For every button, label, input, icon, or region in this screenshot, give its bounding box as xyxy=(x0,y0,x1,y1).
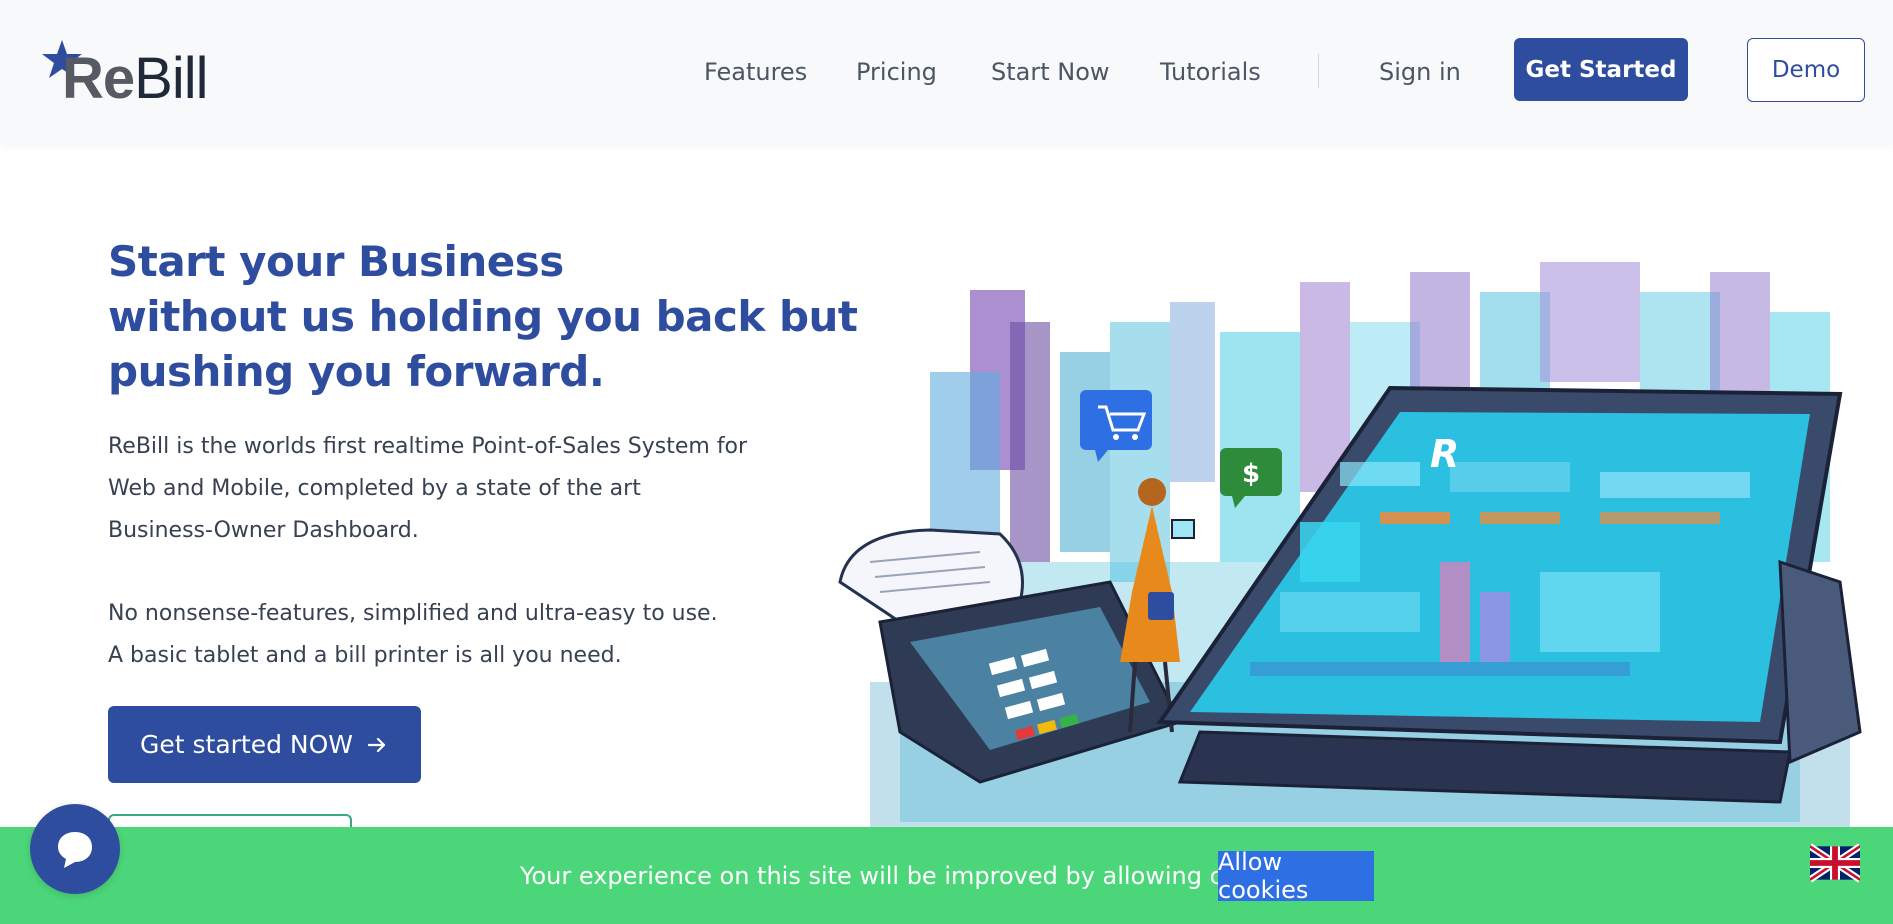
hero-title-line-3: pushing you forward. xyxy=(108,347,605,396)
get-started-button[interactable]: Get Started xyxy=(1514,38,1688,101)
arrow-right-icon xyxy=(367,737,386,752)
rebill-logo[interactable]: ReBill xyxy=(40,38,230,111)
hero-illustration: $ R xyxy=(838,262,1862,832)
nav-tutorials[interactable]: Tutorials xyxy=(1160,52,1261,92)
logo-bill: Bill xyxy=(134,46,208,111)
cta-label: Get started NOW xyxy=(139,730,354,759)
hero-title-line-1: Start your Business xyxy=(108,237,564,286)
sign-in-link[interactable]: Sign in xyxy=(1379,52,1461,92)
nav-start-now[interactable]: Start Now xyxy=(991,52,1110,92)
screen-logo: R xyxy=(1430,432,1459,476)
chat-widget-button[interactable] xyxy=(30,804,120,894)
uk-flag-icon[interactable] xyxy=(1810,843,1860,883)
chat-icon xyxy=(58,832,92,868)
dollar-icon: $ xyxy=(1242,459,1260,489)
logo-wordmark: ReBill xyxy=(62,46,209,111)
cookie-bar: Your experience on this site will be imp… xyxy=(0,827,1893,924)
hero-description-secondary: No nonsense-features, simplified and ult… xyxy=(108,593,748,677)
nav-divider xyxy=(1318,54,1319,88)
hero-title: Start your Business without us holding y… xyxy=(108,234,858,399)
get-started-now-button[interactable]: Get started NOW xyxy=(108,706,421,783)
hero-title-line-2: without us holding you back but xyxy=(108,292,858,341)
logo-re: Re xyxy=(62,46,135,111)
nav-pricing[interactable]: Pricing xyxy=(856,52,937,92)
demo-button[interactable]: Demo xyxy=(1747,38,1865,102)
cookie-message: Your experience on this site will be imp… xyxy=(520,862,1308,890)
hero-description: ReBill is the worlds first realtime Poin… xyxy=(108,434,748,543)
hero-description-line-2: A basic tablet and a bill printer is all… xyxy=(108,643,622,668)
hero-description-line-1: No nonsense-features, simplified and ult… xyxy=(108,601,718,626)
nav-features[interactable]: Features xyxy=(704,52,807,92)
site-header: ReBill Features Pricing Start Now Tutori… xyxy=(0,0,1893,145)
allow-cookies-button[interactable]: Allow cookies xyxy=(1218,848,1374,904)
